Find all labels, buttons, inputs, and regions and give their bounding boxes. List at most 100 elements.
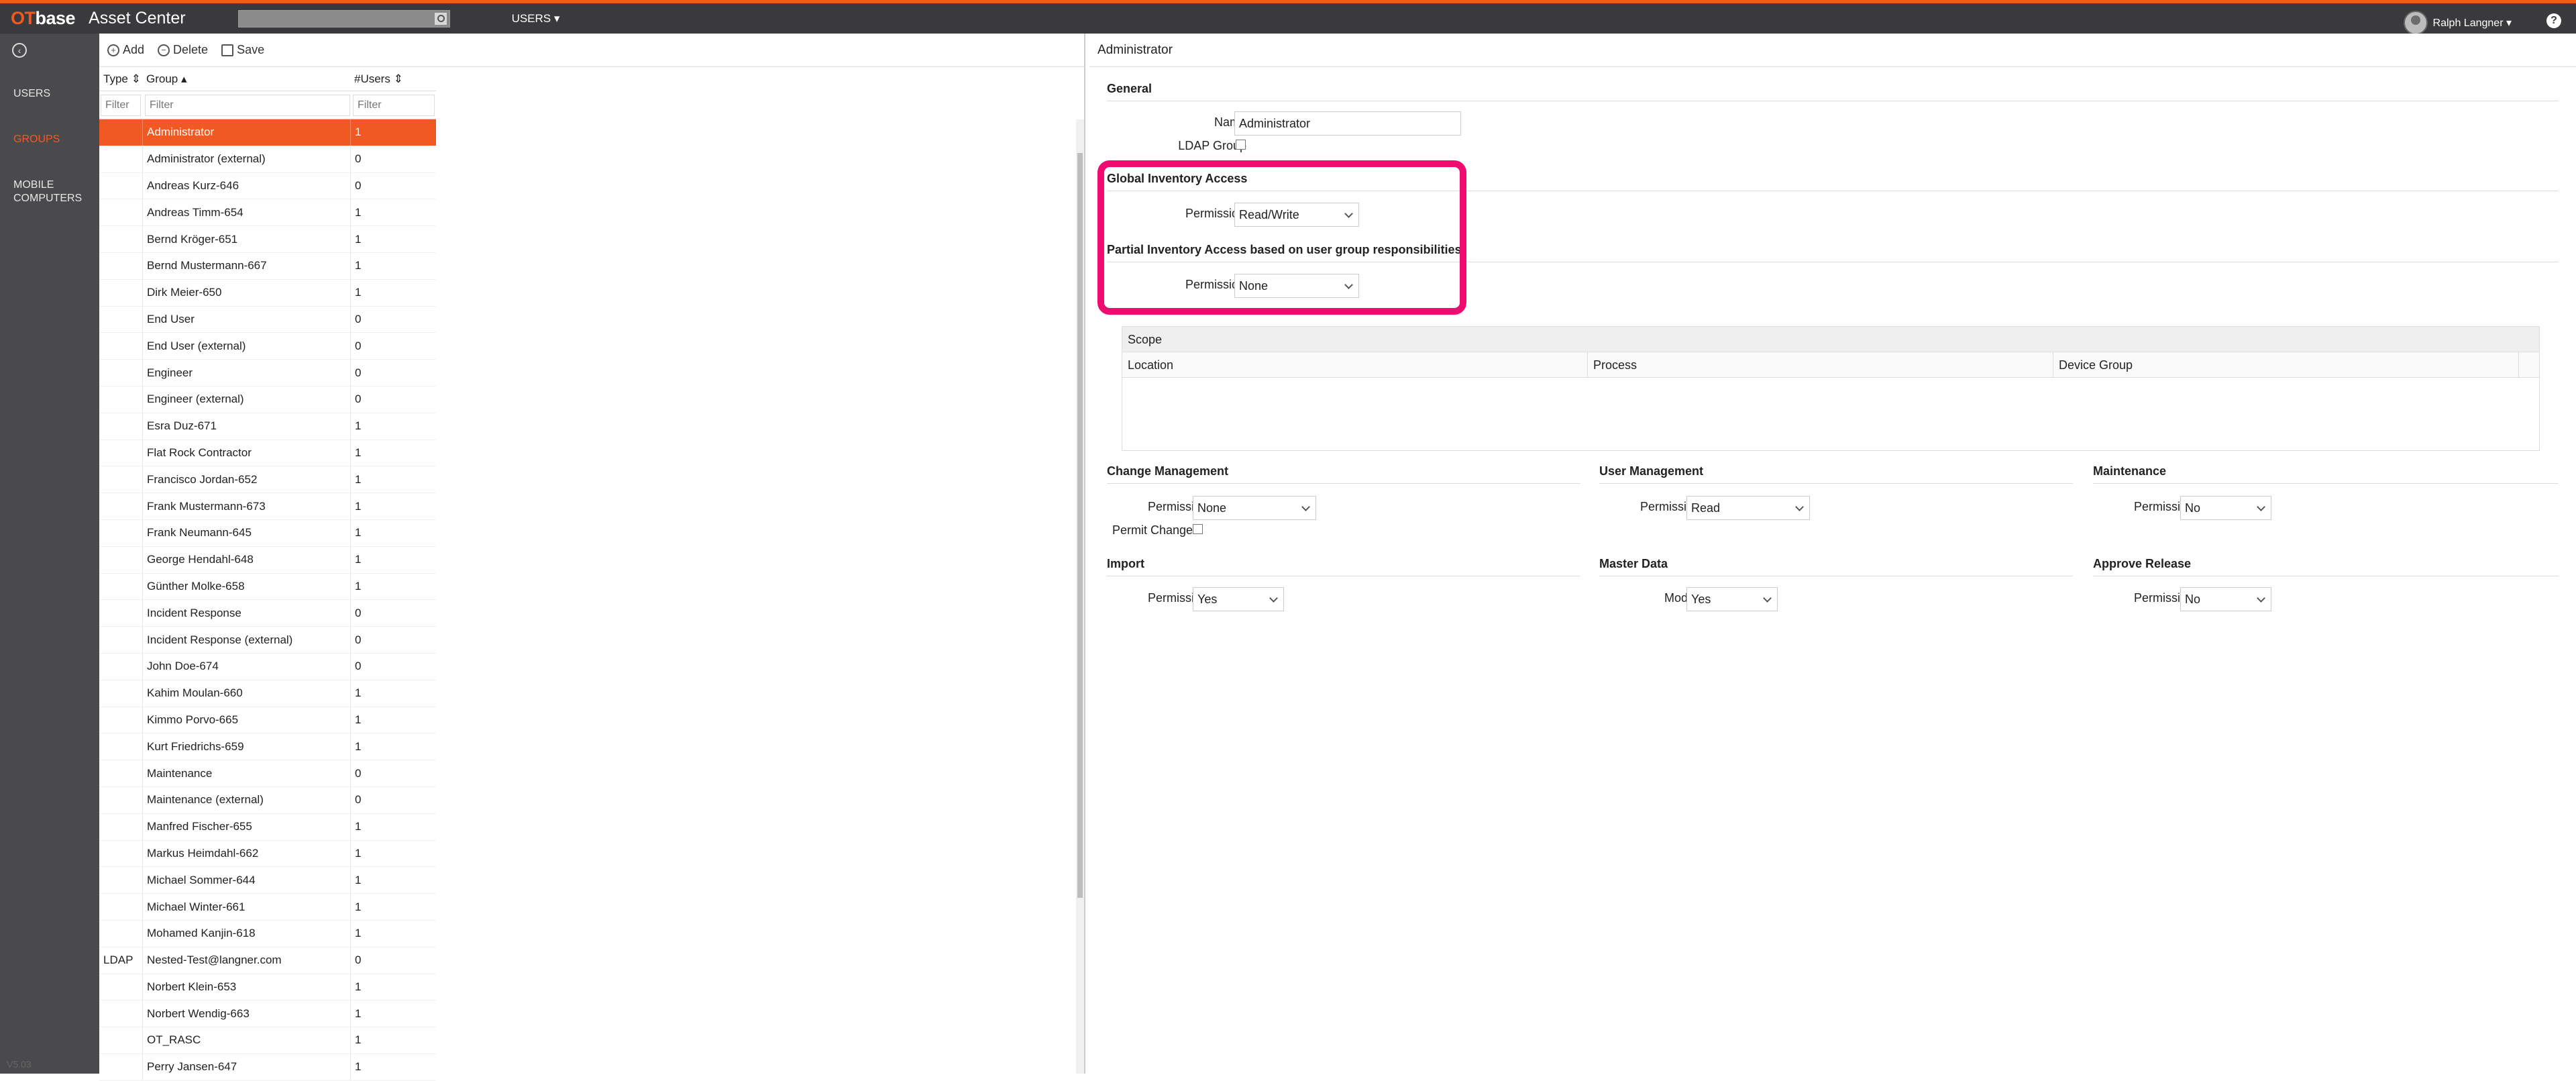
chevron-down-icon	[1301, 503, 1310, 511]
floppy-icon	[221, 44, 234, 56]
cell-users: 1	[350, 466, 436, 493]
master-data-modify-label: Modify	[1664, 591, 1700, 605]
nav-item-mobile-computers[interactable]: MOBILE COMPUTERS	[13, 178, 87, 205]
table-row[interactable]: Mohamed Kanjin-618 1	[99, 920, 436, 947]
search-icon[interactable]	[434, 12, 447, 25]
table-row[interactable]: Frank Neumann-645 1	[99, 519, 436, 547]
change-permission-select[interactable]: None	[1193, 496, 1316, 520]
cell-group: Engineer	[142, 360, 350, 386]
table-row[interactable]: Incident Response (external) 0	[99, 627, 436, 654]
table-row[interactable]: Perry Jansen-647 1	[99, 1053, 436, 1081]
table-row[interactable]: OT_RASC 1	[99, 1027, 436, 1054]
permit-change-checkbox[interactable]	[1193, 524, 1203, 534]
table-row[interactable]: Bernd Kröger-651 1	[99, 226, 436, 253]
table-row[interactable]: Administrator 1	[99, 119, 436, 146]
back-arrow-icon[interactable]: ‹	[12, 43, 27, 58]
master-data-title: Master Data	[1599, 557, 1668, 570]
table-row[interactable]: Maintenance 0	[99, 760, 436, 787]
list-scrollbar[interactable]	[1076, 119, 1084, 1074]
col-header-users[interactable]: #Users ⇕	[350, 72, 436, 86]
approve-release-permission-label: Permission	[2133, 591, 2194, 605]
maintenance-permission-label: Permission	[2133, 500, 2194, 513]
cell-users: 0	[350, 306, 436, 333]
scope-col-location[interactable]: Location	[1122, 352, 1588, 377]
general-title: General	[1107, 82, 1152, 95]
table-row[interactable]: Norbert Klein-653 1	[99, 974, 436, 1001]
col-header-group[interactable]: Group ▴	[142, 72, 350, 86]
cell-group: Incident Response	[142, 600, 350, 627]
filter-row	[99, 91, 436, 119]
scroll-thumb[interactable]	[1077, 153, 1083, 898]
add-button[interactable]: + Add	[107, 43, 144, 57]
table-row[interactable]: Norbert Wendig-663 1	[99, 1000, 436, 1028]
save-button[interactable]: Save	[221, 43, 264, 57]
cell-users: 1	[350, 840, 436, 867]
table-row[interactable]: Frank Mustermann-673 1	[99, 493, 436, 520]
user-menu[interactable]: Ralph Langner ▾	[2403, 11, 2512, 35]
filter-type-input[interactable]	[101, 94, 141, 116]
cell-group: Engineer (external)	[142, 386, 350, 413]
highlight-annotation	[1097, 160, 1466, 315]
table-row[interactable]: Administrator (external) 0	[99, 146, 436, 173]
help-icon[interactable]: ?	[2546, 13, 2561, 28]
table-row[interactable]: Flat Rock Contractor 1	[99, 440, 436, 467]
plus-icon: +	[107, 44, 119, 56]
nav-item-users[interactable]: USERS	[13, 87, 50, 101]
table-row[interactable]: Andreas Kurz-646 0	[99, 172, 436, 200]
table-row[interactable]: Esra Duz-671 1	[99, 413, 436, 440]
table-row[interactable]: John Doe-674 0	[99, 653, 436, 680]
cell-group: Kimmo Porvo-665	[142, 707, 350, 733]
table-row[interactable]: Engineer (external) 0	[99, 386, 436, 413]
ldap-group-checkbox[interactable]	[1236, 140, 1246, 150]
change-permission-value: None	[1197, 501, 1227, 515]
cell-group: John Doe-674	[142, 653, 350, 680]
user-management-permission-select[interactable]: Read	[1686, 496, 1810, 520]
col-header-type[interactable]: Type ⇕	[99, 72, 142, 86]
master-data-modify-select[interactable]: Yes	[1686, 587, 1778, 611]
table-row[interactable]: Günther Molke-658 1	[99, 573, 436, 601]
maintenance-permission-select[interactable]: No	[2180, 496, 2271, 520]
table-row[interactable]: Engineer 0	[99, 360, 436, 387]
table-row[interactable]: Kahim Moulan-660 1	[99, 680, 436, 707]
scope-col-process[interactable]: Process	[1588, 352, 2053, 377]
table-row[interactable]: Michael Sommer-644 1	[99, 867, 436, 894]
table-row[interactable]: LDAP Nested-Test@langner.com 0	[99, 947, 436, 974]
import-permission-select[interactable]: Yes	[1193, 587, 1284, 611]
cell-users: 1	[350, 1000, 436, 1027]
table-row[interactable]: Francisco Jordan-652 1	[99, 466, 436, 494]
scope-table: Scope Location Process Device Group	[1122, 326, 2540, 451]
cell-group: Frank Neumann-645	[142, 519, 350, 546]
scope-title: Scope	[1122, 327, 2539, 352]
ldap-group-label: LDAP Group	[1178, 139, 1246, 152]
logo-ot: OT	[11, 8, 36, 28]
filter-group-input[interactable]	[145, 94, 350, 116]
filter-users-input[interactable]	[353, 94, 435, 116]
cell-users: 0	[350, 600, 436, 627]
users-menu[interactable]: USERS ▾	[512, 12, 560, 25]
scope-col-device-group[interactable]: Device Group	[2053, 352, 2519, 377]
table-row[interactable]: Incident Response 0	[99, 600, 436, 627]
table-row[interactable]: Kurt Friedrichs-659 1	[99, 733, 436, 761]
table-row[interactable]: End User 0	[99, 306, 436, 333]
nav-item-groups[interactable]: GROUPS	[13, 133, 60, 146]
table-row[interactable]: Andreas Timm-654 1	[99, 199, 436, 227]
table-row[interactable]: George Hendahl-648 1	[99, 546, 436, 574]
user-management-permission-value: Read	[1691, 501, 1721, 515]
table-row[interactable]: Maintenance (external) 0	[99, 786, 436, 814]
cell-type: LDAP	[103, 954, 133, 967]
user-name: Ralph Langner ▾	[2432, 17, 2512, 29]
save-label: Save	[237, 43, 265, 56]
cell-group: OT_RASC	[142, 1027, 350, 1053]
table-row[interactable]: End User (external) 0	[99, 333, 436, 360]
table-row[interactable]: Manfred Fischer-655 1	[99, 813, 436, 841]
approve-release-permission-select[interactable]: No	[2180, 587, 2271, 611]
table-row[interactable]: Kimmo Porvo-665 1	[99, 707, 436, 734]
maintenance-permission-value: No	[2185, 501, 2201, 515]
table-row[interactable]: Dirk Meier-650 1	[99, 279, 436, 307]
delete-button[interactable]: − Delete	[158, 43, 208, 57]
table-row[interactable]: Bernd Mustermann-667 1	[99, 252, 436, 280]
search-input[interactable]	[237, 9, 450, 28]
name-field[interactable]: Administrator	[1234, 111, 1461, 136]
table-row[interactable]: Markus Heimdahl-662 1	[99, 840, 436, 868]
table-row[interactable]: Michael Winter-661 1	[99, 894, 436, 921]
